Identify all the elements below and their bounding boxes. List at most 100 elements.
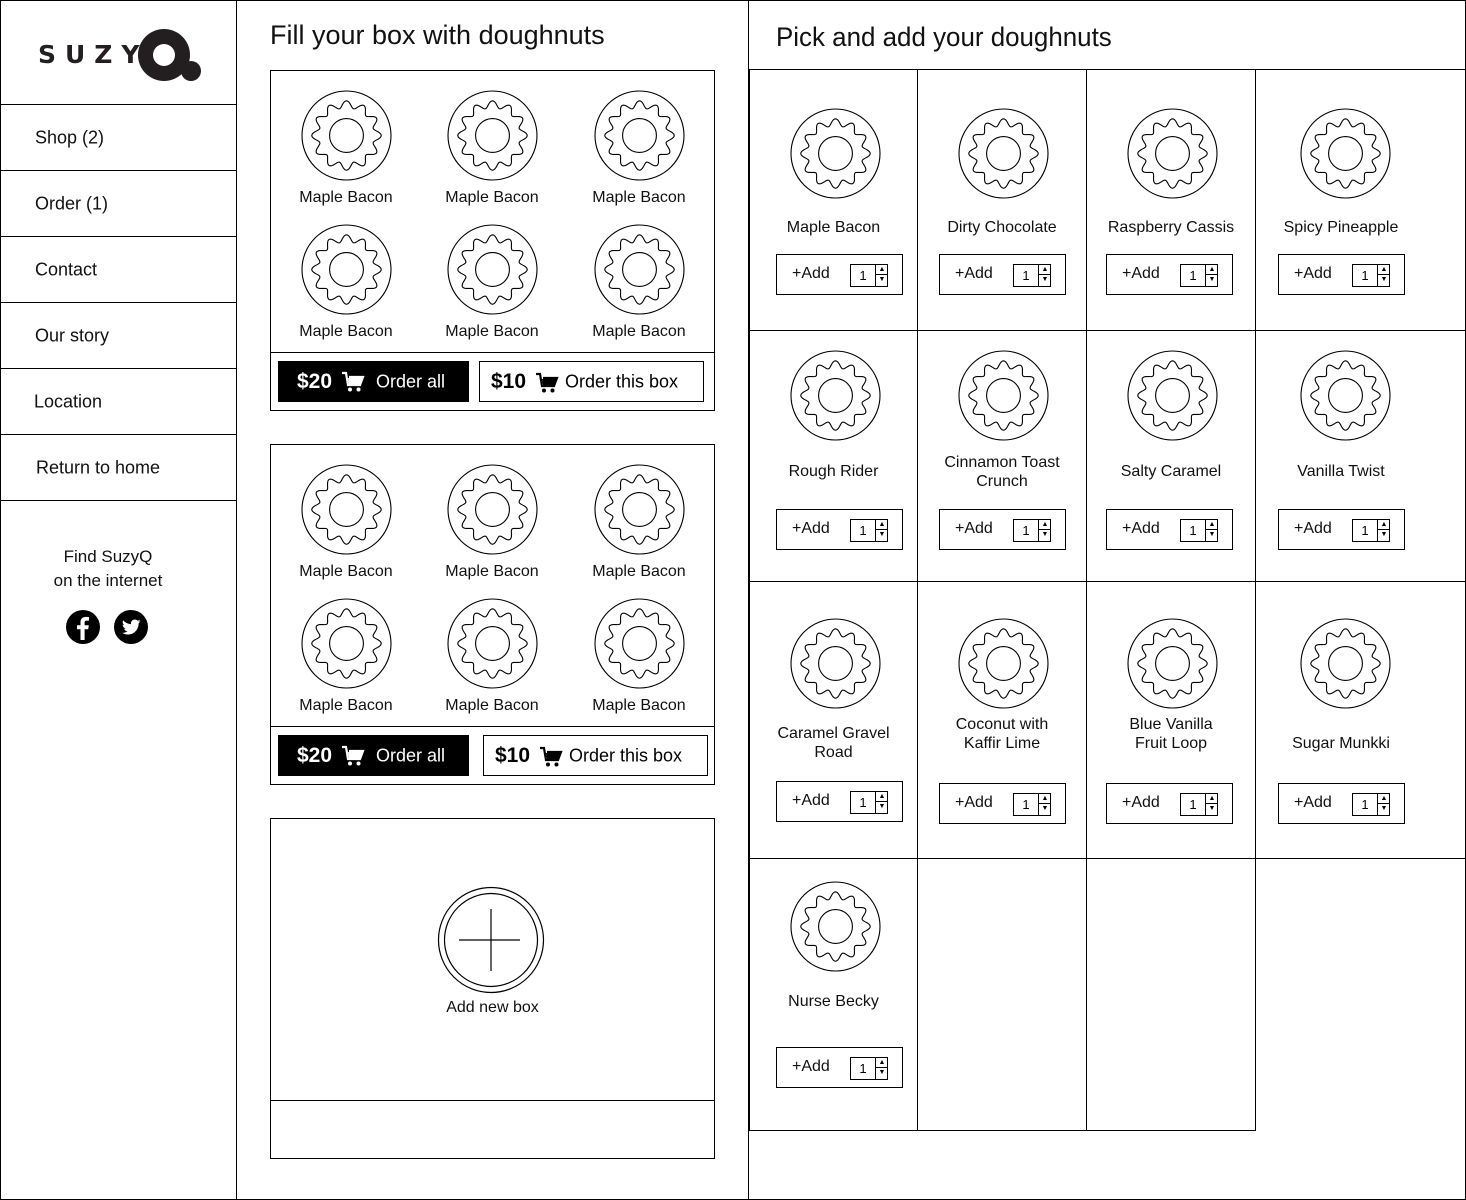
increment-icon[interactable]: ▲: [1039, 520, 1051, 530]
quantity-input[interactable]: [1014, 794, 1038, 815]
box-slot[interactable]: Maple Bacon: [276, 464, 416, 581]
decrement-icon[interactable]: ▼: [876, 1068, 888, 1078]
quantity-stepper[interactable]: ▲ ▼: [1352, 519, 1390, 542]
catalog-item: Raspberry Cassis +Add ▲ ▼: [1087, 70, 1256, 331]
decrement-icon[interactable]: ▼: [876, 275, 888, 285]
add-button[interactable]: +Add: [1122, 265, 1160, 283]
decrement-icon[interactable]: ▼: [1378, 275, 1390, 285]
add-button[interactable]: +Add: [1122, 520, 1160, 538]
increment-icon[interactable]: ▲: [876, 792, 888, 802]
quantity-input[interactable]: [1014, 265, 1038, 286]
increment-icon[interactable]: ▲: [1378, 794, 1390, 804]
decrement-icon[interactable]: ▼: [1206, 530, 1218, 540]
sidebar-item-return-home[interactable]: Return to home: [0, 435, 236, 501]
decrement-icon[interactable]: ▼: [876, 530, 888, 540]
increment-icon[interactable]: ▲: [876, 1058, 888, 1068]
sidebar-item-shop[interactable]: Shop (2): [0, 105, 236, 171]
quantity-input[interactable]: [1181, 265, 1205, 286]
add-button[interactable]: +Add: [1294, 265, 1332, 283]
increment-icon[interactable]: ▲: [1206, 520, 1218, 530]
quantity-input[interactable]: [1181, 794, 1205, 815]
catalog-item-name-line: Rough Rider: [788, 463, 879, 480]
add-button[interactable]: +Add: [1294, 794, 1332, 812]
box-slot[interactable]: Maple Bacon: [569, 598, 709, 715]
quantity-stepper[interactable]: ▲ ▼: [1180, 519, 1218, 542]
decrement-icon[interactable]: ▼: [1206, 275, 1218, 285]
increment-icon[interactable]: ▲: [876, 265, 888, 275]
order-this-box-button[interactable]: $10 Order this box: [479, 361, 704, 402]
quantity-stepper[interactable]: ▲ ▼: [1180, 793, 1218, 816]
add-button[interactable]: +Add: [955, 520, 993, 538]
add-button[interactable]: +Add: [792, 265, 830, 283]
order-this-box-button[interactable]: $10 Order this box: [483, 735, 708, 776]
quantity-stepper[interactable]: ▲ ▼: [1013, 519, 1051, 542]
quantity-input[interactable]: [1353, 520, 1377, 541]
quantity-stepper[interactable]: ▲ ▼: [1180, 264, 1218, 287]
quantity-stepper[interactable]: ▲ ▼: [1352, 793, 1390, 816]
sidebar-item-order[interactable]: Order (1): [0, 171, 236, 237]
add-button[interactable]: +Add: [1122, 794, 1160, 812]
decrement-icon[interactable]: ▼: [1378, 530, 1390, 540]
increment-icon[interactable]: ▲: [1039, 265, 1051, 275]
order-all-button[interactable]: $20 Order all: [278, 735, 469, 776]
decrement-icon[interactable]: ▼: [1378, 804, 1390, 814]
decrement-icon[interactable]: ▼: [1039, 804, 1051, 814]
increment-icon[interactable]: ▲: [1039, 794, 1051, 804]
add-button[interactable]: +Add: [792, 792, 830, 810]
box-slot[interactable]: Maple Bacon: [276, 598, 416, 715]
facebook-icon[interactable]: [66, 610, 100, 644]
add-new-box-button[interactable]: [437, 886, 545, 994]
box-slot[interactable]: Maple Bacon: [569, 90, 709, 207]
quantity-input[interactable]: [851, 792, 875, 813]
increment-icon[interactable]: ▲: [1378, 265, 1390, 275]
decrement-icon[interactable]: ▼: [1206, 804, 1218, 814]
order-all-button[interactable]: $20 Order all: [278, 361, 469, 402]
quantity-input[interactable]: [1181, 520, 1205, 541]
quantity-input[interactable]: [851, 1058, 875, 1079]
box-slot[interactable]: Maple Bacon: [276, 224, 416, 341]
add-button[interactable]: +Add: [955, 265, 993, 283]
catalog-item: Nurse Becky +Add ▲ ▼: [749, 858, 918, 1131]
quantity-input[interactable]: [851, 265, 875, 286]
quantity-stepper[interactable]: ▲ ▼: [1013, 793, 1051, 816]
increment-icon[interactable]: ▲: [1378, 520, 1390, 530]
box-slot[interactable]: Maple Bacon: [422, 464, 562, 581]
quantity-stepper[interactable]: ▲ ▼: [850, 264, 888, 287]
quantity-stepper[interactable]: ▲ ▼: [850, 1057, 888, 1080]
add-button[interactable]: +Add: [792, 1058, 830, 1076]
stepper-buttons: ▲ ▼: [875, 520, 888, 541]
quantity-stepper[interactable]: ▲ ▼: [850, 519, 888, 542]
doughnut-icon: [593, 464, 685, 555]
sidebar-item-our-story[interactable]: Our story: [0, 303, 236, 369]
decrement-icon[interactable]: ▼: [1039, 530, 1051, 540]
doughnut-icon: [790, 618, 881, 709]
doughnut-icon: [958, 350, 1049, 441]
quantity-input[interactable]: [1014, 520, 1038, 541]
increment-icon[interactable]: ▲: [1206, 794, 1218, 804]
sidebar-item-location[interactable]: Location: [0, 369, 236, 435]
box-slot[interactable]: Maple Bacon: [422, 598, 562, 715]
catalog-item: Rough Rider +Add ▲ ▼: [749, 330, 918, 582]
sidebar-item-contact[interactable]: Contact: [0, 237, 236, 303]
increment-icon[interactable]: ▲: [1206, 265, 1218, 275]
decrement-icon[interactable]: ▼: [1039, 275, 1051, 285]
sidebar-item-label: Order (1): [35, 193, 109, 213]
quantity-input[interactable]: [1353, 794, 1377, 815]
box-slot[interactable]: Maple Bacon: [569, 224, 709, 341]
increment-icon[interactable]: ▲: [876, 520, 888, 530]
quantity-stepper[interactable]: ▲ ▼: [1013, 264, 1051, 287]
box-slot[interactable]: Maple Bacon: [276, 90, 416, 207]
add-button[interactable]: +Add: [955, 794, 993, 812]
box-slot[interactable]: Maple Bacon: [422, 90, 562, 207]
quantity-input[interactable]: [1353, 265, 1377, 286]
add-button[interactable]: +Add: [792, 520, 830, 538]
twitter-icon[interactable]: [114, 610, 148, 644]
quantity-input[interactable]: [851, 520, 875, 541]
add-button[interactable]: +Add: [1294, 520, 1332, 538]
quantity-stepper[interactable]: ▲ ▼: [1352, 264, 1390, 287]
logo[interactable]: SUZY: [0, 0, 236, 105]
box-slot[interactable]: Maple Bacon: [569, 464, 709, 581]
decrement-icon[interactable]: ▼: [876, 802, 888, 812]
quantity-stepper[interactable]: ▲ ▼: [850, 791, 888, 814]
box-slot[interactable]: Maple Bacon: [422, 224, 562, 341]
